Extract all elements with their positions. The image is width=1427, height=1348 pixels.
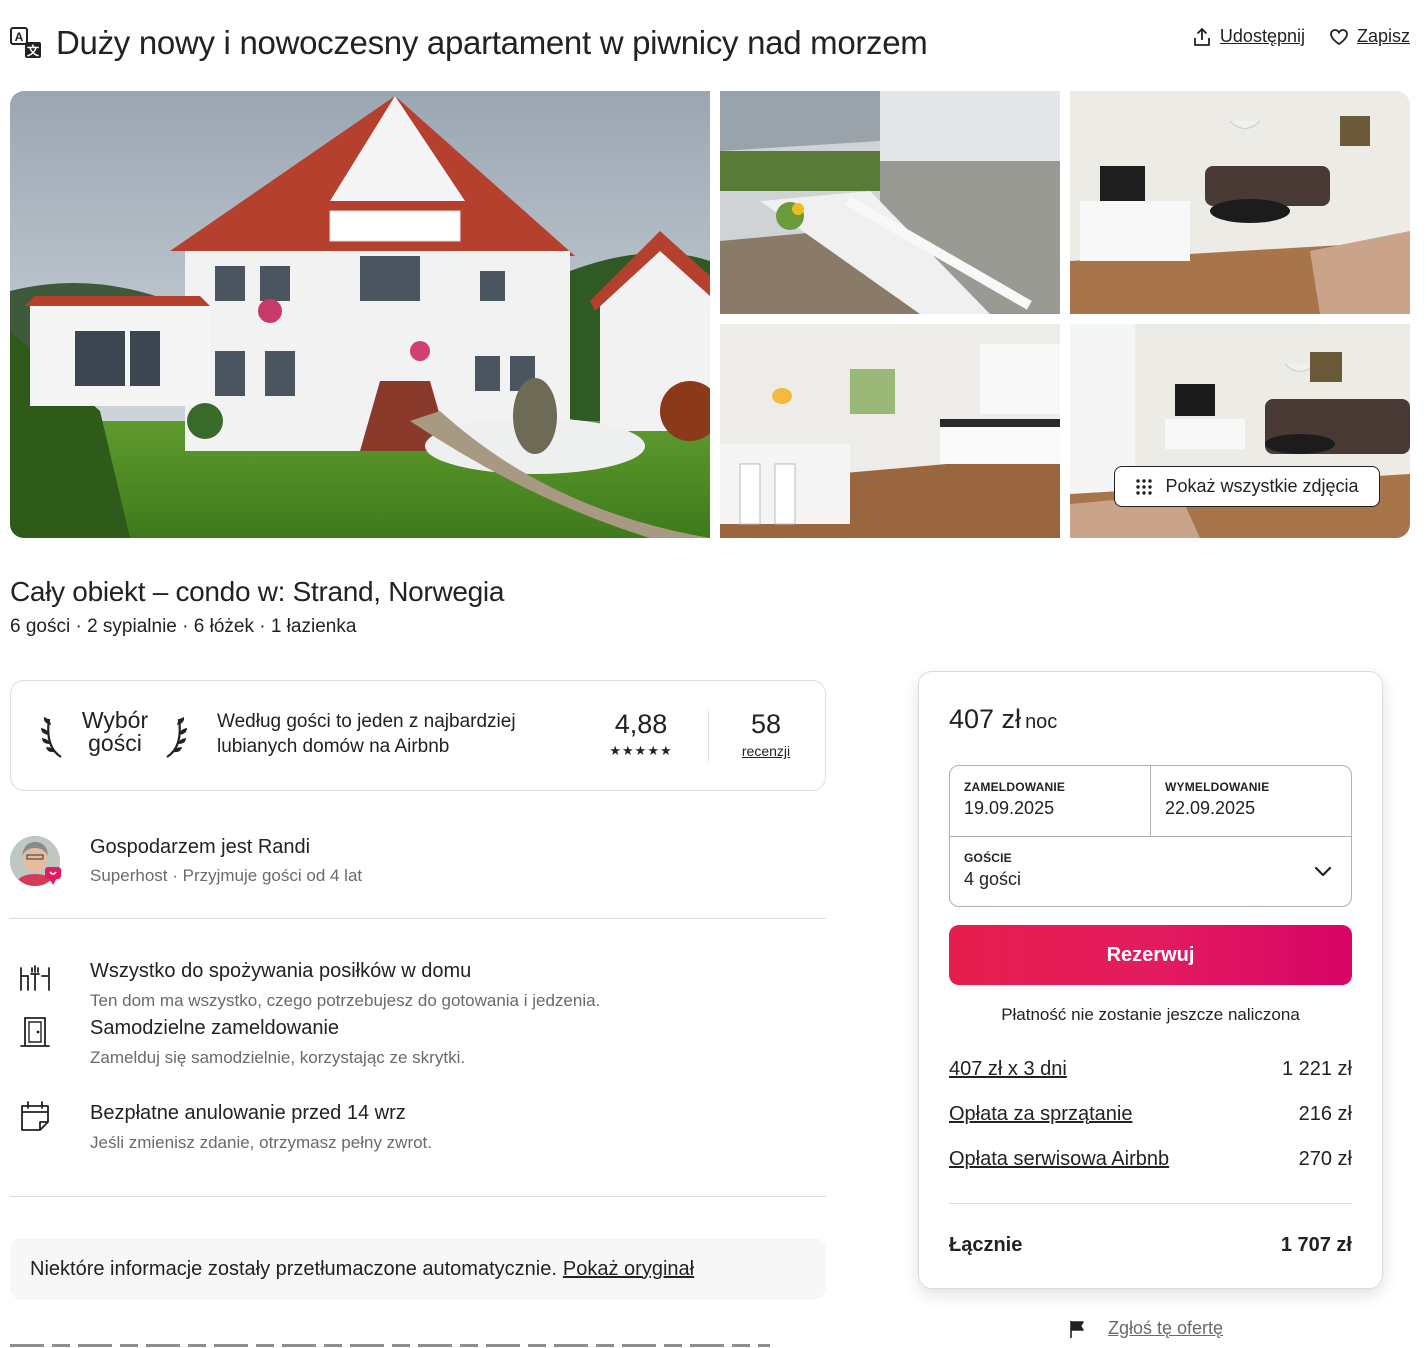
photo-kitchen-dining[interactable] — [720, 324, 1060, 538]
translation-notice: Niektóre informacje zostały przetłumaczo… — [10, 1238, 826, 1300]
host-name: Gospodarzem jest Randi — [90, 836, 311, 858]
rating-stars: ★★★★★ — [609, 743, 673, 758]
fee-label-service[interactable]: Opłata serwisowa Airbnb — [949, 1148, 1169, 1171]
guest-favorite-text: Według gości to jeden z najbardziej lubi… — [217, 711, 516, 757]
dates-guests-box: ZAMELDOWANIE 19.09.2025 WYMELDOWANIE 22.… — [949, 765, 1352, 907]
checkin-label: ZAMELDOWANIE — [964, 780, 1066, 794]
listing-header: A 文 Duży nowy i nowoczesny apartament w … — [10, 20, 1410, 66]
dining-icon — [20, 965, 50, 991]
heart-icon — [1330, 28, 1348, 45]
guest-favorite-title-line2: gości — [88, 730, 142, 756]
reviews-count: 58 — [750, 709, 782, 739]
checkout-label: WYMELDOWANIE — [1165, 780, 1270, 794]
rating-divider — [708, 711, 709, 761]
calendar-icon — [21, 1101, 49, 1131]
section-divider — [10, 1196, 826, 1197]
guest-favorite-card[interactable]: Wybór gości Według gości to jeden z najb… — [10, 680, 826, 791]
share-label: Udostępnij — [1219, 26, 1305, 46]
highlight-title-checkin: Samodzielne zameldowanie — [90, 1017, 340, 1039]
booking-card: 407 zł noc ZAMELDOWANIE 19.09.2025 WYMELD… — [918, 671, 1383, 1289]
guests-label: GOŚCIE — [964, 851, 1012, 865]
total-row: Łącznie 1 707 zł — [949, 1234, 1352, 1257]
fee-row-cleaning: Opłata za sprzątanie 216 zł — [949, 1103, 1352, 1126]
rating-value: 4,88 — [614, 709, 668, 739]
save-label: Zapisz — [1356, 26, 1410, 46]
total-value: 1 707 zł — [1280, 1234, 1352, 1256]
door-icon — [20, 1017, 50, 1047]
header-actions: Udostępnij Zapisz — [1192, 26, 1410, 47]
listing-title: Duży nowy i nowoczesny apartament w piwn… — [56, 24, 928, 61]
show-all-photos-label: Pokaż wszystkie zdjęcia — [1165, 476, 1359, 496]
fee-value-service: 270 zł — [1298, 1148, 1352, 1170]
listing-subtitle: Cały obiekt – condo w: Strand, Norwegia — [10, 576, 505, 607]
guests-select[interactable]: GOŚCIE 4 gości — [950, 837, 1351, 907]
fee-value-nights: 1 221 zł — [1281, 1058, 1352, 1080]
guest-favorite-title: Wybór gości — [73, 709, 157, 755]
total-label: Łącznie — [949, 1234, 1023, 1256]
superhost-badge-icon — [45, 867, 61, 885]
description-text-cut — [10, 1340, 770, 1348]
grid-dots-icon — [1136, 478, 1153, 495]
checkin-field[interactable]: ZAMELDOWANIE 19.09.2025 — [950, 766, 1151, 836]
laurel-right-icon — [166, 717, 187, 758]
photo-living-room-tv[interactable] — [1070, 91, 1410, 314]
reviews-link[interactable]: recenzji — [727, 743, 805, 759]
fee-label-cleaning[interactable]: Opłata za sprzątanie — [949, 1103, 1132, 1126]
fee-value-cleaning: 216 zł — [1298, 1103, 1352, 1125]
guest-favorite-title-line1: Wybór — [81, 707, 149, 733]
share-button[interactable]: Udostępnij — [1192, 26, 1305, 47]
save-button[interactable]: Zapisz — [1329, 26, 1410, 47]
fee-label-nights[interactable]: 407 zł x 3 dni — [949, 1058, 1067, 1081]
highlight-desc-cancellation: Jeśli zmienisz zdanie, otrzymasz pełny z… — [90, 1133, 433, 1152]
no-charge-notice: Płatność nie zostanie jeszcze naliczona — [1001, 1005, 1300, 1024]
reserve-button[interactable]: Rezerwuj — [949, 925, 1352, 985]
highlight-desc-checkin: Zamelduj się samodzielnie, korzystając z… — [90, 1048, 466, 1067]
checkout-value: 22.09.2025 — [1165, 798, 1256, 818]
chevron-down-icon — [1314, 866, 1332, 877]
price-unit: noc — [1025, 711, 1058, 733]
checkout-field[interactable]: WYMELDOWANIE 22.09.2025 — [1151, 766, 1352, 836]
checkin-value: 19.09.2025 — [964, 798, 1055, 818]
flag-icon — [1070, 1320, 1084, 1338]
nightly-price: 407 zł noc — [949, 704, 1057, 735]
laurel-left-icon — [41, 717, 62, 758]
show-original-link[interactable]: Pokaż oryginał — [563, 1258, 694, 1281]
highlight-desc-dining: Ten dom ma wszystko, czego potrzebujesz … — [90, 991, 601, 1010]
svg-text:A: A — [15, 30, 24, 44]
report-label: Zgłoś tę ofertę — [1108, 1318, 1224, 1338]
share-icon — [1194, 27, 1210, 46]
guests-value: 4 gości — [964, 869, 1022, 889]
fee-row-nights: 407 zł x 3 dni 1 221 zł — [949, 1058, 1352, 1081]
svg-text:文: 文 — [27, 43, 40, 58]
section-divider — [10, 918, 826, 919]
host-meta: Superhost · Przyjmuje gości od 4 lat — [90, 866, 363, 885]
photo-balcony-terrace[interactable] — [720, 91, 1060, 314]
translation-notice-text: Niektóre informacje zostały przetłumaczo… — [30, 1257, 557, 1280]
show-all-photos-button[interactable]: Pokaż wszystkie zdjęcia — [1114, 466, 1380, 507]
price-value: 407 zł — [949, 704, 1022, 734]
report-listing-link[interactable]: Zgłoś tę ofertę — [1068, 1318, 1223, 1339]
photo-house-exterior[interactable] — [10, 91, 710, 538]
translate-icon: A 文 — [10, 27, 41, 58]
highlight-title-cancellation: Bezpłatne anulowanie przed 14 wrz — [90, 1102, 406, 1124]
fee-row-service: Opłata serwisowa Airbnb 270 zł — [949, 1148, 1352, 1171]
total-divider — [949, 1203, 1352, 1204]
highlight-title-dining: Wszystko do spożywania posiłków w domu — [90, 960, 472, 982]
listing-details: 6 gości · 2 sypialnie · 6 łóżek · 1 łazi… — [10, 616, 357, 637]
